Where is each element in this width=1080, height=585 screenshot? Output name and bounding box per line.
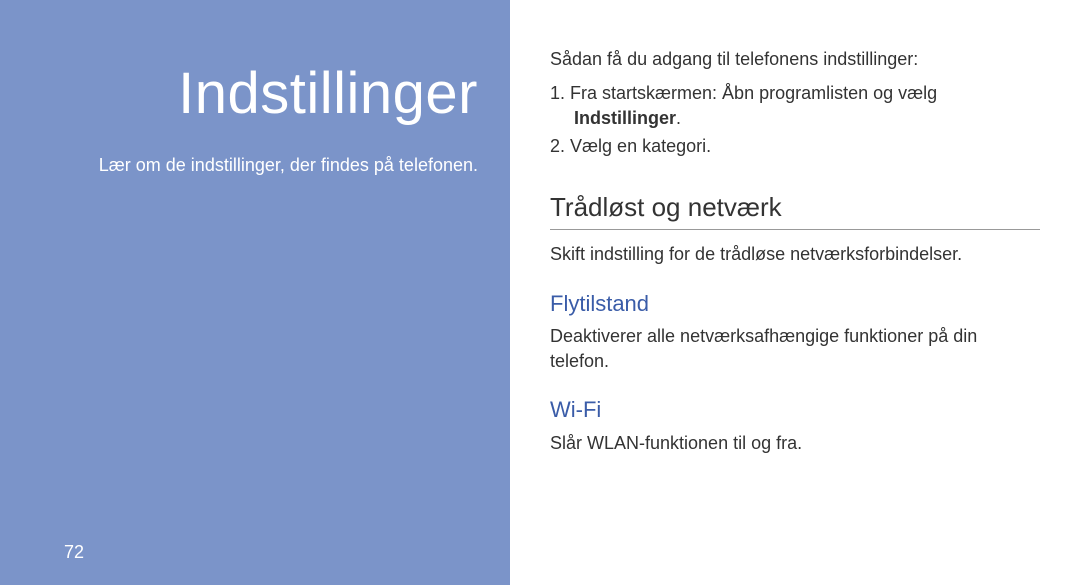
step-after: .: [676, 108, 681, 128]
left-sidebar: Indstillinger Lær om de indstillinger, d…: [0, 0, 510, 585]
content-area: Sådan få du adgang til telefonens indsti…: [510, 0, 1080, 585]
page-number: 72: [64, 542, 84, 563]
step-bold: Indstillinger: [574, 108, 676, 128]
text-flight-mode: Deaktiverer alle netværksafhængige funkt…: [550, 324, 1040, 373]
subheading-wifi: Wi-Fi: [550, 395, 1040, 425]
step-number: 2.: [550, 136, 565, 156]
section-heading-wireless: Trådløst og netværk: [550, 190, 1040, 230]
chapter-title: Indstillinger: [0, 60, 478, 127]
text-wifi: Slår WLAN-funktionen til og fra.: [550, 431, 1040, 455]
step-text: Vælg en kategori.: [570, 136, 711, 156]
section-text-wireless: Skift indstilling for de trådløse netvær…: [550, 242, 1040, 266]
step-1: 1. Fra startskærmen: Åbn programlisten o…: [550, 81, 1040, 130]
chapter-subtitle: Lær om de indstillinger, der findes på t…: [0, 155, 478, 176]
step-number: 1.: [550, 83, 565, 103]
intro-text: Sådan få du adgang til telefonens indsti…: [550, 47, 1040, 71]
step-text: Fra startskærmen: Åbn programlisten og v…: [570, 83, 937, 103]
step-2: 2. Vælg en kategori.: [550, 134, 1040, 158]
subheading-flight-mode: Flytilstand: [550, 289, 1040, 319]
